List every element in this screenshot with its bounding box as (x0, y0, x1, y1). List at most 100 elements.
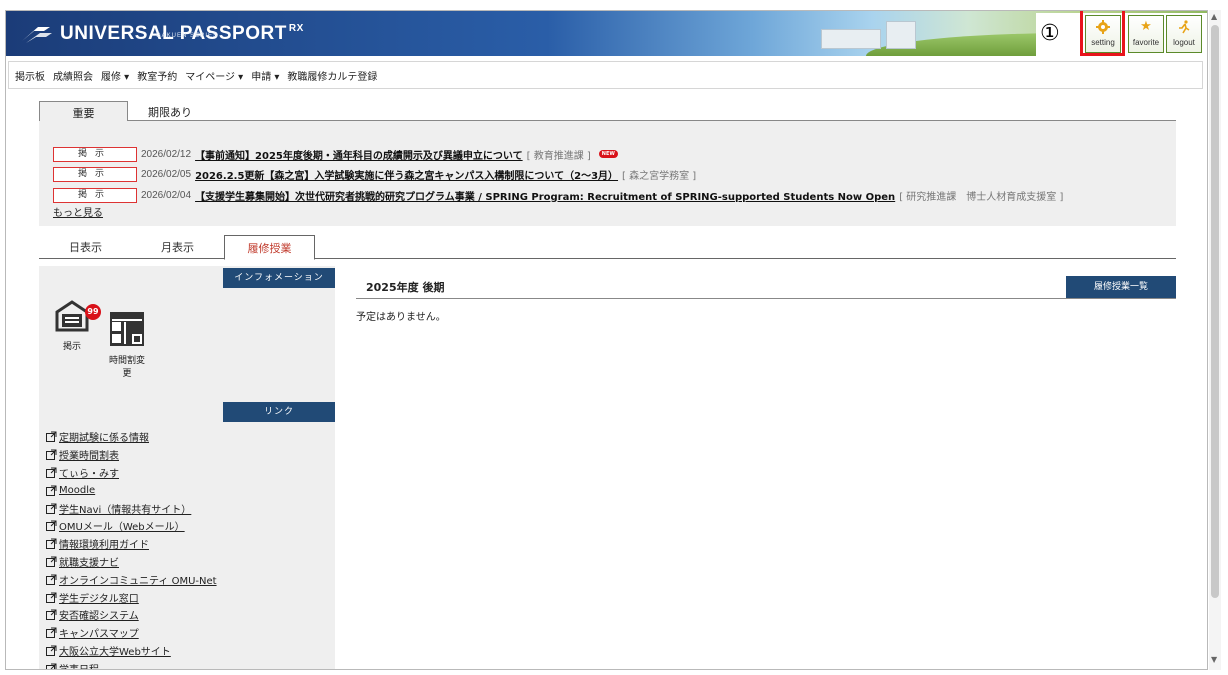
tab-enrolled-classes[interactable]: 履修授業 (224, 235, 315, 260)
menu-item-bulletin[interactable]: 掲示板 (15, 68, 45, 83)
list-item[interactable]: 就職支援ナビ (46, 553, 336, 571)
tab-important[interactable]: 重要 (39, 101, 128, 122)
list-item[interactable]: Moodle (46, 481, 336, 499)
external-link-icon (46, 609, 57, 621)
notice-title-link[interactable]: 2026.2.5更新【森之宮】入学試験実施に伴う森之宮キャンパス入構制限について… (195, 167, 618, 182)
notice-dept: [ 研究推進課 博士人材育成支援室 ] (899, 191, 1064, 203)
notice-date: 2026/02/12 (141, 148, 192, 160)
notice-badge: 掲示 (53, 187, 137, 203)
external-link-icon (46, 663, 57, 669)
logo-subtitle: GAKUEN SERIES (156, 33, 219, 39)
list-item[interactable]: てぃら・みす (46, 464, 336, 482)
menu-item-teaching-karte[interactable]: 教職履修カルテ登録 (287, 68, 377, 83)
link-label: Moodle (59, 484, 96, 496)
more-link[interactable]: もっと見る (53, 204, 103, 219)
list-item[interactable]: 学生デジタル窓口 (46, 588, 336, 606)
link-label: 情報環境利用ガイド (59, 540, 149, 552)
links-list: 定期試験に係る情報 授業時間割表 てぃら・みす Moodle 学生Navi（情報… (46, 428, 336, 669)
external-link-icon (46, 485, 57, 496)
list-item[interactable]: 情報環境利用ガイド (46, 535, 336, 553)
timetable-change-shortcut[interactable]: 時間割変更 (105, 310, 149, 379)
empty-schedule-text: 予定はありません。 (356, 312, 446, 323)
external-link-icon (46, 574, 57, 585)
link-label: 安否確認システム (59, 611, 139, 623)
external-link-icon (46, 431, 57, 443)
schedule-header: 2025年度 後期 履修授業一覧 (356, 276, 1176, 299)
list-item[interactable]: オンラインコミュニティ OMU-Net (46, 570, 336, 588)
notice-date: 2026/02/04 (141, 189, 192, 201)
link-label: OMUメール（Webメール） (59, 522, 185, 534)
term-title: 2025年度 後期 (366, 281, 445, 294)
scroll-up-icon[interactable]: ▲ (1211, 12, 1217, 21)
link-label: てぃら・みす (59, 468, 119, 480)
bulletin-count-badge: 99 (85, 304, 101, 320)
tab-month-view[interactable]: 月表示 (161, 239, 194, 255)
link-label: 定期試験に係る情報 (59, 433, 149, 445)
menu-item-mypage[interactable]: マイページ ▾ (185, 68, 243, 83)
external-link-icon (46, 592, 57, 603)
external-link-icon (46, 503, 57, 514)
new-badge: NEW (598, 150, 618, 158)
list-item: 掲示 2026/02/05 2026.2.5更新【森之宮】入学試験実施に伴う森之… (53, 166, 696, 182)
menu-item-room-reservation[interactable]: 教室予約 (137, 68, 177, 83)
logo-mark-icon (20, 21, 54, 47)
menu-item-grades[interactable]: 成績照会 (53, 68, 93, 83)
course-list-button[interactable]: 履修授業一覧 (1066, 276, 1176, 298)
logout-label: logout (1173, 38, 1195, 47)
favorite-button[interactable]: ★ favorite (1128, 15, 1164, 53)
vertical-scrollbar[interactable]: ▲ ▼ (1209, 10, 1221, 670)
list-item: 掲示 2026/02/04 【支援学生募集開始】次世代研究者挑戦的研究プログラム… (53, 187, 1063, 203)
list-item[interactable]: 定期試験に係る情報 (46, 428, 336, 446)
link-label: キャンパスマップ (59, 629, 139, 641)
left-sidebar: インフォメーション 掲示 99 時間割変更 リンク 定期試験に係る情報 授業時間… (39, 266, 336, 669)
running-person-icon (1177, 20, 1191, 34)
link-label: 大阪公立大学Webサイト (59, 646, 171, 658)
links-header: リンク (223, 402, 335, 422)
list-item[interactable]: 授業時間割表 (46, 446, 336, 464)
favorite-label: favorite (1132, 38, 1160, 47)
link-label: 学事日程 (59, 661, 99, 669)
notice-dept: [ 森之宮学務室 ] (622, 170, 697, 182)
notice-title-link[interactable]: 【事前通知】2025年度後期・通年科目の成績開示及び異議申立について (195, 147, 523, 162)
logout-button[interactable]: logout (1166, 15, 1202, 53)
list-item: 掲示 2026/02/12 【事前通知】2025年度後期・通年科目の成績開示及び… (53, 146, 618, 162)
list-item[interactable]: 安否確認システム (46, 606, 336, 624)
bulletin-label: 掲示 (62, 342, 81, 352)
external-link-icon (46, 556, 57, 567)
tab-deadline[interactable]: 期限あり (135, 101, 205, 122)
view-tabs: 日表示 月表示 履修授業 (39, 235, 1176, 260)
notice-badge: 掲示 (53, 166, 137, 182)
link-label: 学生Navi（情報共有サイト） (59, 504, 192, 516)
notice-date: 2026/02/05 (141, 168, 192, 180)
notice-dept: [ 教育推進課 ] (526, 150, 591, 162)
link-label: オンラインコミュニティ OMU-Net (59, 575, 217, 587)
notice-title-link[interactable]: 【支援学生募集開始】次世代研究者挑戦的研究プログラム事業 / SPRING Pr… (195, 188, 895, 203)
list-item[interactable]: 大阪公立大学Webサイト (46, 642, 336, 660)
list-item[interactable]: 学生Navi（情報共有サイト） (46, 499, 336, 517)
tab-day-view[interactable]: 日表示 (69, 239, 102, 255)
banner-building (821, 29, 881, 49)
timetable-icon (110, 312, 144, 346)
header-banner: UNIVERSAL PASSPORT RX GAKUEN SERIES ① set… (6, 11, 1207, 56)
scroll-down-icon[interactable]: ▼ (1211, 655, 1217, 664)
external-link-icon (46, 645, 57, 656)
link-label: 就職支援ナビ (59, 557, 119, 569)
external-link-icon (46, 627, 57, 639)
list-item[interactable]: 学事日程 (46, 659, 336, 669)
menu-item-application[interactable]: 申請 ▾ (251, 68, 279, 83)
list-item[interactable]: キャンパスマップ (46, 624, 336, 642)
external-link-icon (46, 467, 57, 478)
annotation-number: ① (1040, 21, 1060, 46)
scrollbar-thumb[interactable] (1211, 25, 1219, 598)
link-label: 学生デジタル窓口 (59, 593, 139, 605)
menu-item-course[interactable]: 履修 ▾ (101, 68, 129, 83)
external-link-icon (46, 449, 57, 461)
notice-badge: 掲示 (53, 146, 137, 162)
browser-frame: UNIVERSAL PASSPORT RX GAKUEN SERIES ① set… (5, 10, 1208, 670)
list-item[interactable]: OMUメール（Webメール） (46, 517, 336, 535)
notice-tabs: 重要 期限あり (39, 101, 1176, 122)
notice-list: 掲示 2026/02/12 【事前通知】2025年度後期・通年科目の成績開示及び… (39, 121, 1176, 226)
information-header: インフォメーション (223, 268, 335, 288)
external-link-icon (46, 520, 57, 532)
banner-building (886, 21, 916, 49)
